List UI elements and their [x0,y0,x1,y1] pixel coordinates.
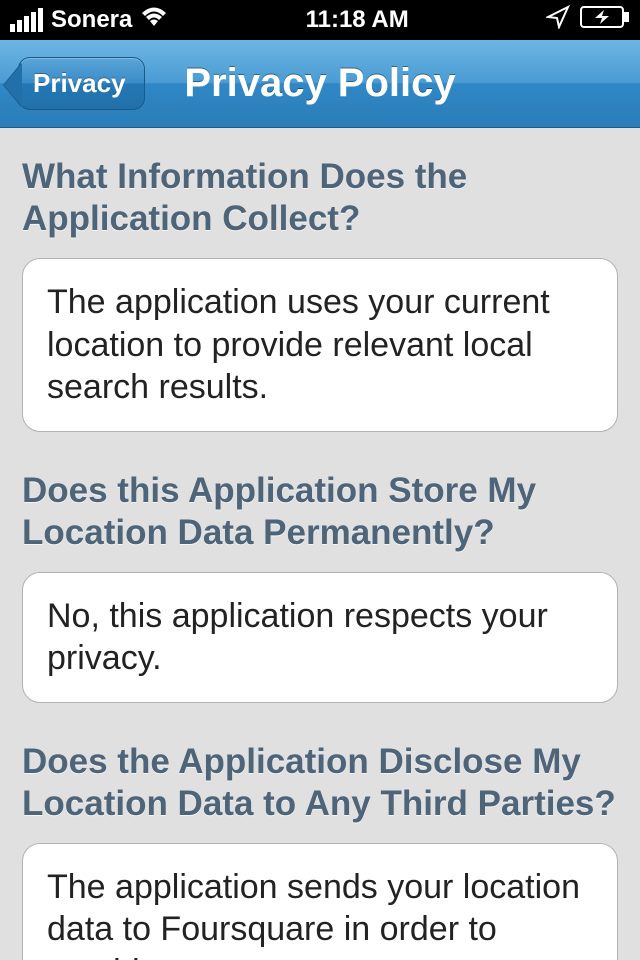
back-button-label: Privacy [33,68,126,99]
section-heading: Does this Application Store My Location … [22,470,618,554]
section-body-text: No, this application respects your priva… [47,597,548,678]
content-scroll[interactable]: What Information Does the Application Co… [0,128,640,960]
nav-bar: Privacy Privacy Policy [0,40,640,128]
status-bar: Sonera 11:18 AM [0,0,640,40]
wifi-icon [140,6,168,35]
battery-charging-icon [580,6,630,35]
section-body-text: The application sends your location data… [47,868,580,960]
carrier-label: Sonera [51,6,132,34]
status-time: 11:18 AM [306,6,409,34]
signal-icon [10,8,43,32]
section-heading: Does the Application Disclose My Locatio… [22,741,618,825]
section-body-card: No, this application respects your priva… [22,572,618,703]
back-button[interactable]: Privacy [18,57,145,110]
section-body-card: The application sends your location data… [22,843,618,960]
section-heading: What Information Does the Application Co… [22,156,618,240]
section-body-text: The application uses your current locati… [47,283,550,406]
section-body-card: The application uses your current locati… [22,258,618,432]
location-icon [546,5,570,36]
